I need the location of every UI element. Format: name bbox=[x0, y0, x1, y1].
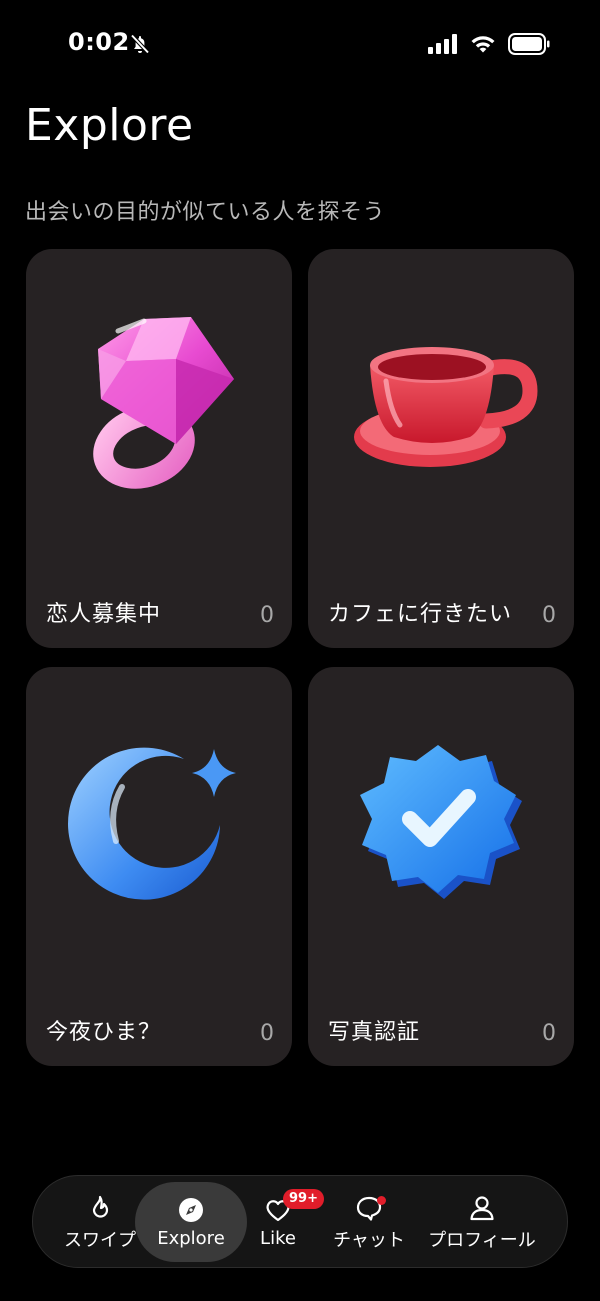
signal-icon bbox=[428, 34, 457, 54]
card-count: 0 bbox=[260, 1021, 274, 1046]
card-cafe[interactable]: カフェに行きたい 0 bbox=[308, 249, 574, 648]
nav-chat[interactable]: チャット bbox=[329, 1176, 409, 1269]
diamond-ring-icon bbox=[93, 317, 234, 489]
teacup-icon bbox=[354, 347, 538, 467]
card-count: 0 bbox=[260, 603, 274, 628]
page-title: Explore bbox=[25, 100, 194, 151]
battery-icon bbox=[508, 33, 550, 55]
compass-icon bbox=[179, 1198, 203, 1222]
nav-label: スワイプ bbox=[64, 1229, 136, 1251]
nav-label: Explore bbox=[157, 1228, 225, 1249]
card-label: カフェに行きたい bbox=[328, 602, 513, 627]
nav-swipe[interactable]: スワイプ bbox=[61, 1176, 139, 1269]
card-tonight[interactable]: 今夜ひま？ 0 bbox=[26, 667, 292, 1066]
card-lover[interactable]: 恋人募集中 0 bbox=[26, 249, 292, 648]
card-count: 0 bbox=[542, 1021, 556, 1046]
person-icon bbox=[470, 1195, 494, 1220]
status-bar: 0:02 bbox=[0, 0, 600, 90]
card-label: 今夜ひま？ bbox=[46, 1020, 162, 1045]
bell-slash-icon bbox=[130, 34, 150, 54]
nav-explore[interactable]: Explore bbox=[137, 1176, 245, 1269]
nav-label: チャット bbox=[333, 1229, 405, 1251]
verified-badge-icon bbox=[360, 745, 522, 899]
like-count-badge: 99+ bbox=[283, 1189, 324, 1209]
flame-icon bbox=[92, 1195, 109, 1218]
card-label: 写真認証 bbox=[328, 1020, 421, 1045]
card-photo-verified[interactable]: 写真認証 0 bbox=[308, 667, 574, 1066]
card-label: 恋人募集中 bbox=[46, 602, 162, 627]
crescent-moon-icon bbox=[68, 747, 236, 900]
status-icons bbox=[428, 33, 550, 55]
chat-unread-dot bbox=[377, 1196, 386, 1205]
wifi-icon bbox=[471, 36, 495, 53]
nav-label: プロフィール bbox=[428, 1229, 536, 1251]
status-time: 0:02 bbox=[68, 28, 130, 56]
page-subtitle: 出会いの目的が似ている人を探そう bbox=[25, 200, 386, 225]
nav-label: Like bbox=[260, 1228, 296, 1249]
bottom-nav: スワイプ Explore Like 99+ チャット プロフィール bbox=[32, 1175, 568, 1268]
card-count: 0 bbox=[542, 603, 556, 628]
nav-profile[interactable]: プロフィール bbox=[425, 1176, 539, 1269]
